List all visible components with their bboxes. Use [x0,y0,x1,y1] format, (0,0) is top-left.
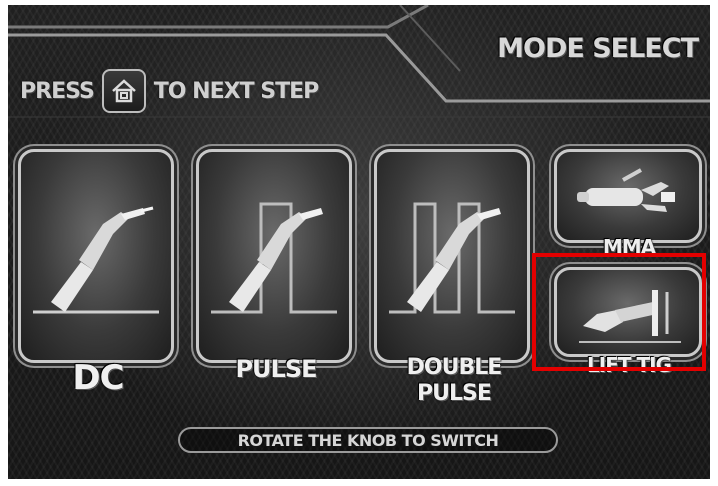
mode-dc-label: DC [72,358,124,398]
mode-mma[interactable]: MMA [554,149,704,259]
mode-dc[interactable]: DC [18,149,178,395]
mode-double-pulse[interactable]: DOUBLE PULSE [374,149,534,409]
mode-double-pulse-card [374,149,530,363]
mode-double-pulse-label-line1: DOUBLE [406,355,503,380]
torch-icon [33,206,159,314]
instruction-next-step: TO NEXT STEP [153,78,319,104]
mode-pulse-card [196,149,352,363]
mode-mma-card [554,149,702,243]
selected-mode-highlight [532,253,706,371]
page-title: MODE SELECT [497,33,699,64]
mode-double-pulse-label-line2: PULSE [417,381,492,406]
mode-pulse[interactable]: PULSE [196,149,356,389]
pulse-torch-icon [211,202,337,314]
double-pulse-torch-icon [389,202,515,314]
hint-rotate-knob: ROTATE THE KNOB TO SWITCH [178,427,558,453]
home-icon [101,69,146,113]
instruction-press: PRESS [20,78,95,104]
mode-dc-card [18,149,174,363]
mode-select-screen: MODE SELECT PRESS TO NEXT STEP DC PULSE … [8,5,710,479]
mode-pulse-label: PULSE [235,355,317,383]
instruction-bar: PRESS TO NEXT STEP [20,69,319,113]
electrode-holder-icon [577,168,675,212]
